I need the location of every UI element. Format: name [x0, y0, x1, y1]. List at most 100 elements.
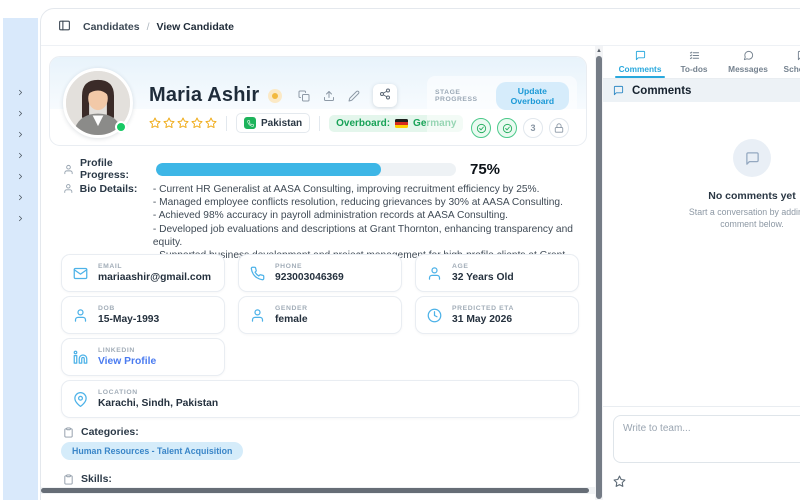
info-card-value[interactable]: View Profile: [98, 356, 156, 367]
progress-bar: [156, 162, 456, 176]
info-card-value: Karachi, Sindh, Pakistan: [98, 398, 219, 409]
breadcrumb-view-candidate[interactable]: View Candidate: [157, 21, 234, 33]
progress-percent: 75%: [470, 160, 501, 178]
message-icon: [743, 50, 754, 61]
info-card-label: GENDER: [275, 305, 308, 312]
comment-composer: [603, 406, 800, 500]
person-icon: [63, 183, 74, 194]
comments-panel: CommentsTo-dosMessagesSchedule Comments …: [603, 46, 800, 500]
tab-to-dos[interactable]: To-dos: [667, 46, 721, 78]
profile-card: Maria Ashir Pakistan Overboard: STAGE PR…: [49, 56, 587, 146]
stage-progress-label: STAGE PROGRESS: [435, 89, 478, 103]
rail-expand-button[interactable]: [13, 86, 29, 98]
tab-schedule[interactable]: Schedule: [775, 46, 800, 78]
rail-expand-button[interactable]: [13, 128, 29, 140]
stage-steps: 3: [435, 118, 569, 138]
info-card-label: AGE: [452, 263, 469, 270]
info-card-phone: PHONE 923003046369: [238, 254, 402, 292]
breadcrumb-candidates[interactable]: Candidates: [83, 21, 140, 33]
candidate-name: Maria Ashir: [149, 84, 260, 106]
info-card-label: PHONE: [275, 263, 303, 270]
profile-actions: [298, 84, 398, 107]
rail-expand-button[interactable]: [13, 149, 29, 161]
info-card-value: 15-May-1993: [98, 314, 160, 325]
bio-bullet: Managed employee conflicts resolution, r…: [153, 196, 595, 209]
rating-star-icon[interactable]: [163, 117, 175, 129]
empty-state-bubble: [733, 139, 771, 177]
country-badge: Pakistan: [236, 113, 311, 133]
candidate-detail-main: Maria Ashir Pakistan Overboard: STAGE PR…: [41, 46, 595, 500]
rating-star-icon[interactable]: [191, 117, 203, 129]
sidebar-toggle-button[interactable]: [58, 19, 71, 35]
bio-bullet: Current HR Generalist at AASA Consulting…: [153, 183, 595, 196]
rating-star-icon[interactable]: [149, 117, 161, 129]
rating-star-icon[interactable]: [205, 117, 217, 129]
comment-icon: [635, 50, 646, 61]
info-card-age: AGE 32 Years Old: [415, 254, 579, 292]
rail-expand-button[interactable]: [13, 191, 29, 203]
bio-details-label: Bio Details:: [79, 183, 138, 195]
stage-step-complete[interactable]: [471, 118, 491, 138]
stage-step-complete[interactable]: [497, 118, 517, 138]
share-icon: [379, 88, 391, 100]
divider: [319, 115, 321, 131]
divider: [226, 115, 227, 131]
app-window: Candidates / View Candidate Maria Ashir …: [0, 0, 800, 500]
horizontal-scrollbar[interactable]: [41, 487, 595, 494]
empty-state-subtitle: Start a conversation by adding a comment…: [688, 207, 800, 229]
overboard-prefix: Overboard:: [336, 117, 391, 129]
horizontal-scrollbar-thumb[interactable]: [41, 488, 590, 493]
info-card-label: EMAIL: [98, 263, 123, 270]
person-icon: [73, 308, 88, 323]
progress-bar-fill: [156, 162, 381, 176]
comments-header: Comments: [603, 79, 800, 102]
rail-expand-button[interactable]: [13, 170, 29, 182]
person-icon: [63, 164, 74, 175]
comment-icon: [613, 85, 624, 96]
name-row: Maria Ashir: [149, 84, 398, 107]
rating-star-icon[interactable]: [177, 117, 189, 129]
breadcrumb-separator: /: [146, 21, 150, 33]
lock-icon: [554, 123, 564, 133]
rail-expand-button[interactable]: [13, 212, 29, 224]
comment-icon: [745, 151, 760, 166]
star-rating[interactable]: [149, 117, 217, 129]
category-tags: Human Resources - Talent Acquisition: [61, 442, 244, 460]
star-icon: [613, 475, 626, 488]
todo-icon: [689, 50, 700, 61]
info-card-label: LINKEDIN: [98, 347, 135, 354]
comment-input[interactable]: [613, 415, 800, 463]
info-card-value: 923003046369: [275, 272, 344, 283]
phone-icon: [250, 266, 265, 281]
germany-flag-icon: [395, 118, 409, 128]
upload-icon[interactable]: [323, 90, 335, 102]
breadcrumb: Candidates / View Candidate: [83, 21, 234, 33]
skills-row: Skills:: [63, 473, 112, 485]
edit-pencil-icon[interactable]: [348, 90, 360, 102]
stage-step-locked[interactable]: [549, 118, 569, 138]
online-status-dot: [115, 121, 127, 133]
panel-tabs: CommentsTo-dosMessagesSchedule: [603, 46, 800, 79]
vertical-scrollbar[interactable]: ▲: [595, 46, 603, 500]
stage-step-number[interactable]: 3: [523, 118, 543, 138]
chevron-right-icon: [16, 193, 25, 202]
comments-empty-state: No comments yet Start a conversation by …: [603, 139, 800, 230]
info-card-linkedin: LINKEDIN View Profile: [61, 338, 225, 376]
share-button[interactable]: [373, 84, 398, 107]
clipboard-icon: [63, 426, 74, 438]
vertical-scrollbar-thumb[interactable]: [596, 56, 602, 499]
scrollbar-up-arrow[interactable]: ▲: [596, 48, 602, 54]
copy-icon[interactable]: [298, 90, 310, 102]
info-card-value: 32 Years Old: [452, 272, 514, 283]
pin-icon: [73, 391, 88, 407]
rail-expand-button[interactable]: [13, 107, 29, 119]
info-card-value: 31 May 2026: [452, 314, 513, 325]
info-card-email: EMAIL mariaashir@gmail.com: [61, 254, 225, 292]
skills-label: Skills:: [81, 473, 112, 485]
categories-label: Categories:: [81, 426, 139, 438]
favorite-button[interactable]: [613, 475, 626, 491]
update-overboard-button[interactable]: Update Overboard: [495, 82, 569, 110]
comment-icon: [797, 50, 800, 61]
tab-messages[interactable]: Messages: [721, 46, 775, 78]
tab-comments[interactable]: Comments: [613, 46, 667, 78]
